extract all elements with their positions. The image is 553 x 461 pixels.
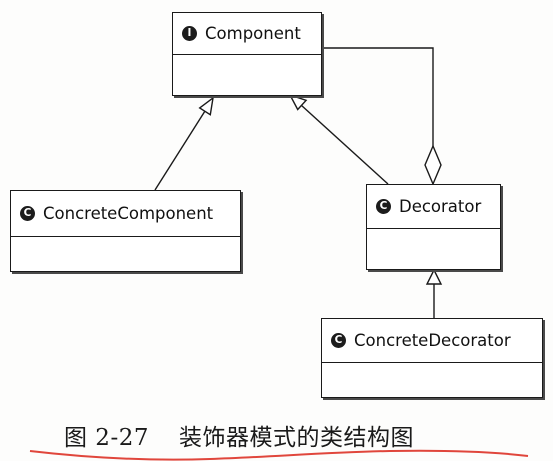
figure-caption: 图 2-27 装饰器模式的类结构图: [64, 418, 414, 452]
class-icon: C: [20, 206, 35, 221]
interface-icon: I: [182, 26, 197, 41]
generalization-arrowhead-concretecomponent: [198, 96, 214, 116]
figure-number: 图 2-27: [64, 425, 149, 451]
decorator-class-box[interactable]: C Decorator: [366, 184, 501, 270]
concretecomponent-class-box[interactable]: C ConcreteComponent: [10, 190, 241, 272]
aggregation-diamond: [424, 144, 442, 186]
caption-underline: [29, 449, 529, 461]
concretedecorator-class-header: C ConcreteDecorator: [322, 319, 542, 363]
concretecomponent-class-name: ConcreteComponent: [43, 204, 214, 223]
class-icon: C: [331, 333, 346, 348]
class-icon: C: [376, 199, 391, 214]
decorator-class-name: Decorator: [399, 197, 482, 216]
concretecomponent-class-header: C ConcreteComponent: [11, 191, 240, 237]
component-class-name: Component: [205, 24, 301, 43]
decorator-class-header: C Decorator: [367, 185, 500, 229]
concretedecorator-class-name: ConcreteDecorator: [354, 331, 511, 350]
generalization-line-decorator: [300, 104, 389, 185]
concretedecorator-class-box[interactable]: C ConcreteDecorator: [321, 318, 543, 398]
aggregation-line: [322, 47, 434, 146]
component-class-box[interactable]: I Component: [172, 12, 322, 96]
figure-title: 装饰器模式的类结构图: [178, 425, 414, 451]
generalization-arrowhead-concretedecorator: [425, 268, 443, 285]
uml-diagram-canvas: I Component C ConcreteComponent C Decora…: [0, 0, 553, 461]
component-class-header: I Component: [173, 13, 321, 55]
generalization-line-concretecomponent: [154, 110, 206, 191]
